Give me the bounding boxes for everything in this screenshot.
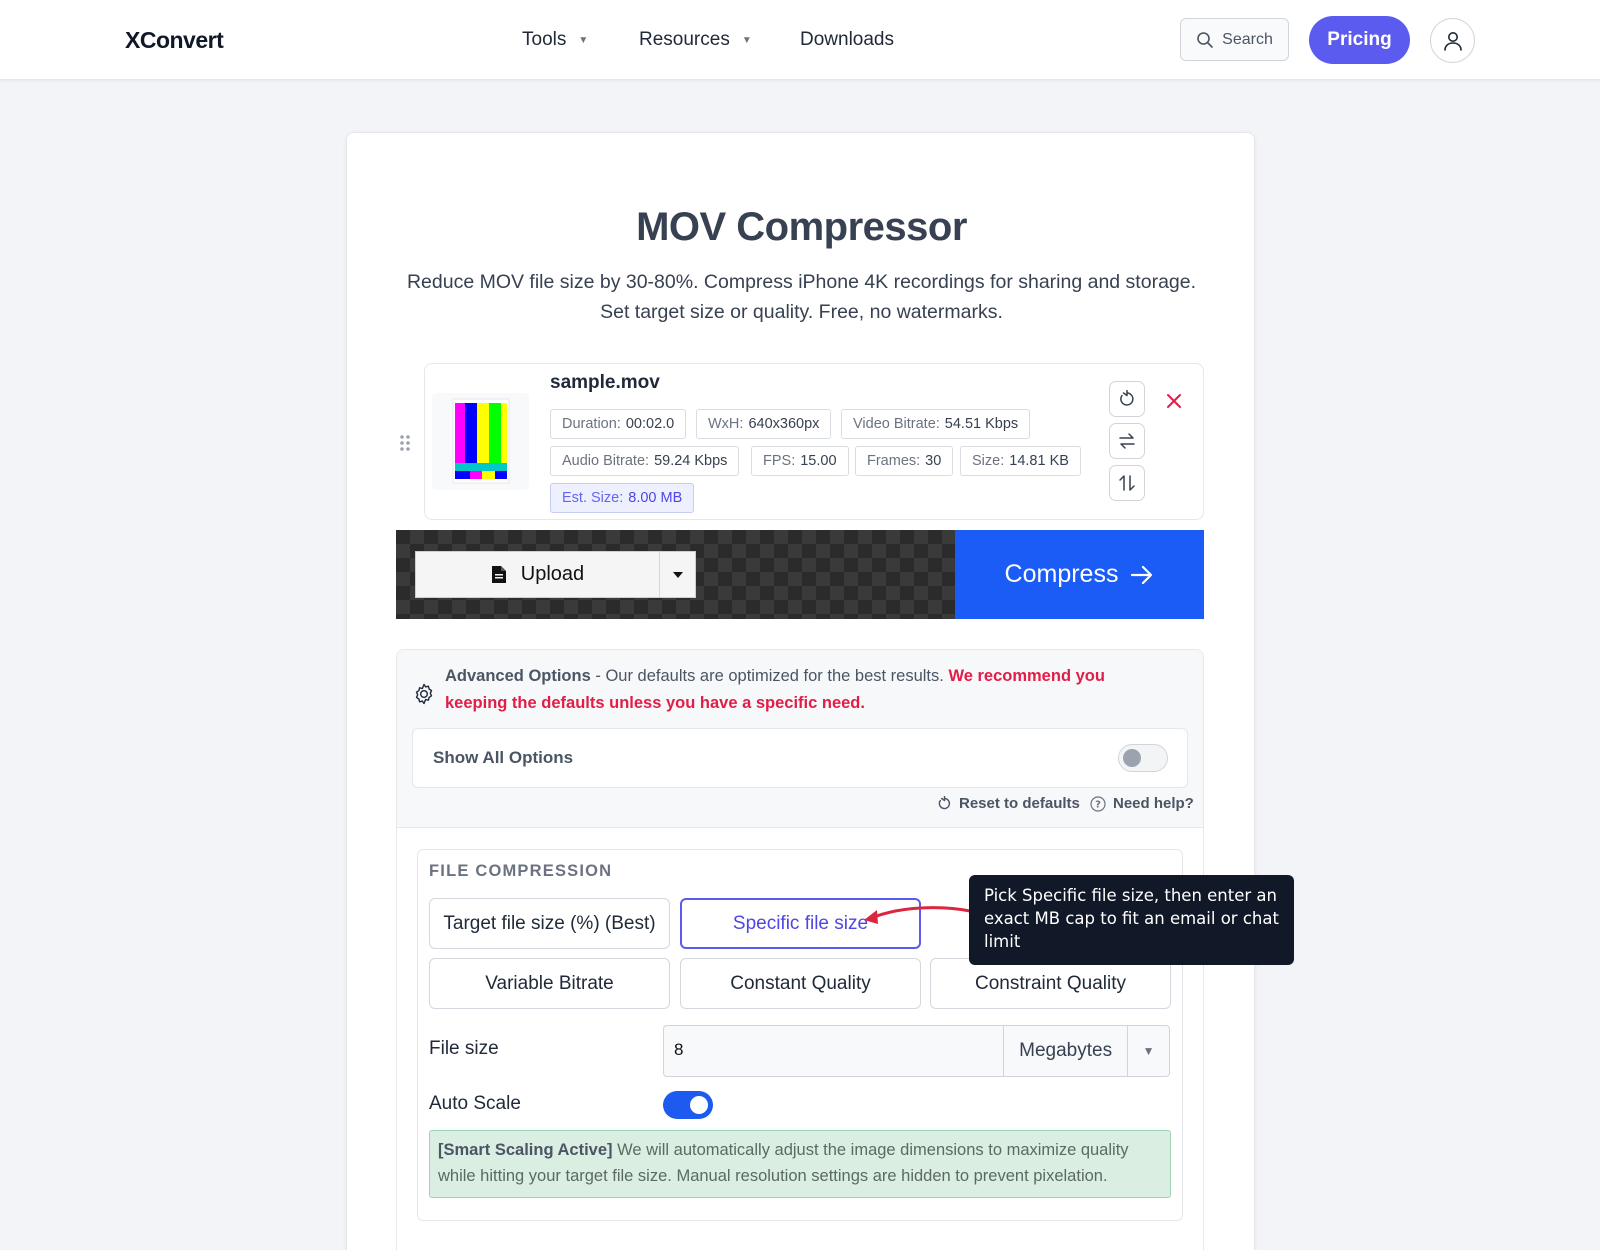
tooltip-arrow <box>864 906 972 924</box>
meta-value: 14.81 KB <box>1009 453 1069 469</box>
meta-chip-dimensions: WxH: 640x360px <box>696 409 832 439</box>
swap-vertical-icon <box>1119 475 1135 491</box>
caret-down-icon: ▼ <box>578 34 589 46</box>
upload-main[interactable]: Upload <box>416 552 659 597</box>
meta-label: Est. Size: <box>562 490 624 506</box>
search-button[interactable]: Search <box>1180 18 1289 61</box>
nav-tools[interactable]: Tools ▼ <box>522 29 588 51</box>
meta-value: 15.00 <box>800 453 837 469</box>
page-title: MOV Compressor <box>636 205 967 249</box>
svg-text:?: ? <box>1095 799 1101 810</box>
meta-chip-video-bitrate: Video Bitrate: 54.51 Kbps <box>841 409 1031 439</box>
show-all-options-row[interactable]: Show All Options <box>412 728 1188 788</box>
compress-label: Compress <box>1004 560 1119 588</box>
mode-constraint-quality[interactable]: Constraint Quality <box>930 958 1171 1009</box>
meta-value: 59.24 Kbps <box>654 453 728 469</box>
compress-button[interactable]: Compress <box>955 530 1204 619</box>
file-item <box>424 363 1204 520</box>
meta-chip-frames: Frames: 30 <box>855 446 954 476</box>
page-subtitle-line-2: Set target size or quality. Free, no wat… <box>600 301 1003 323</box>
logo[interactable]: XConvert <box>125 27 224 54</box>
top-navigation-bar: XConvert Tools ▼ Resources ▼ Downloads S… <box>0 0 1600 80</box>
smart-scaling-tag: [Smart Scaling Active] <box>438 1141 613 1159</box>
arrow-right-icon <box>1131 565 1153 584</box>
drag-handle-icon[interactable] <box>399 434 411 452</box>
nav-resources-label: Resources <box>639 29 730 50</box>
page-subtitle-line-1: Reduce MOV file size by 30-80%. Compress… <box>406 271 1197 293</box>
need-help-label: Need help? <box>1113 795 1194 812</box>
file-name: sample.mov <box>550 372 660 393</box>
file-icon <box>491 566 506 583</box>
file-size-input[interactable]: 8 <box>663 1025 1004 1077</box>
meta-label: WxH: <box>708 416 744 432</box>
meta-value: 30 <box>925 453 942 469</box>
upload-label: Upload <box>520 563 585 585</box>
file-compression-title: FILE COMPRESSION <box>429 862 613 880</box>
meta-label: Frames: <box>867 453 921 469</box>
reset-file-button[interactable] <box>1109 381 1145 417</box>
nav-downloads-label: Downloads <box>800 29 894 50</box>
reset-icon <box>1120 390 1134 406</box>
caret-down-icon <box>672 571 683 578</box>
need-help-link[interactable]: ? Need help? <box>1090 795 1194 812</box>
meta-label: Audio Bitrate: <box>562 453 650 469</box>
auto-scale-label: Auto Scale <box>429 1093 521 1114</box>
mode-constant-quality[interactable]: Constant Quality <box>680 958 921 1009</box>
caret-down-icon: ▼ <box>741 34 752 46</box>
pricing-button[interactable]: Pricing <box>1309 16 1410 64</box>
meta-chip-fps: FPS: 15.00 <box>751 446 849 476</box>
swap-vertical-button[interactable] <box>1109 465 1145 501</box>
nav-resources[interactable]: Resources ▼ <box>639 29 752 51</box>
meta-label: FPS: <box>763 453 796 469</box>
reset-icon <box>938 796 951 810</box>
upload-button[interactable]: Upload <box>415 551 696 598</box>
meta-chip-duration: Duration: 00:02.0 <box>550 409 687 439</box>
meta-value: 00:02.0 <box>625 416 675 432</box>
page-subtitle: Reduce MOV file size by 30-80%. Compress… <box>377 267 1226 327</box>
advanced-options-desc: - Our defaults are optimized for the bes… <box>590 667 949 685</box>
swap-horizontal-icon <box>1119 433 1135 449</box>
smart-scaling-notice: [Smart Scaling Active] We will automatic… <box>429 1130 1171 1198</box>
nav-tools-label: Tools <box>522 29 567 50</box>
user-icon <box>1443 31 1462 51</box>
meta-label: Duration: <box>562 416 621 432</box>
mode-variable-bitrate[interactable]: Variable Bitrate <box>429 958 670 1009</box>
nav-downloads[interactable]: Downloads <box>800 29 894 51</box>
advanced-options-title: Advanced Options <box>445 667 591 685</box>
meta-chip-audio-bitrate: Audio Bitrate: 59.24 Kbps <box>550 446 740 476</box>
meta-value: 8.00 MB <box>628 490 683 506</box>
swap-horizontal-button[interactable] <box>1109 423 1145 459</box>
tooltip: Pick Specific file size, then enter an e… <box>969 875 1294 965</box>
video-thumbnail <box>432 393 529 490</box>
upload-source-dropdown[interactable] <box>659 552 695 597</box>
meta-label: Video Bitrate: <box>853 416 940 432</box>
gear-icon <box>415 683 433 705</box>
show-all-options-label: Show All Options <box>433 748 574 767</box>
meta-value: 54.51 Kbps <box>944 416 1019 432</box>
advanced-options-description: Advanced Options - Our defaults are opti… <box>445 663 1145 716</box>
caret-down-icon: ▼ <box>1127 1026 1169 1076</box>
file-size-label: File size <box>429 1038 499 1059</box>
meta-label: Size: <box>972 453 1005 469</box>
search-label: Search <box>1222 30 1273 48</box>
search-icon <box>1197 31 1213 48</box>
show-all-options-toggle[interactable] <box>1118 744 1168 772</box>
reset-to-defaults-link[interactable]: Reset to defaults <box>937 795 1080 812</box>
thumbnail-image <box>452 398 510 484</box>
close-icon <box>1167 394 1181 408</box>
meta-value: 640x360px <box>748 416 820 432</box>
remove-file-button[interactable] <box>1156 383 1192 419</box>
reset-to-defaults-label: Reset to defaults <box>959 795 1080 812</box>
file-size-unit-select[interactable]: Megabytes ▼ <box>1003 1025 1170 1077</box>
user-account-button[interactable] <box>1430 18 1475 63</box>
meta-chip-size: Size: 14.81 KB <box>960 446 1081 476</box>
question-icon: ? <box>1090 795 1106 812</box>
file-size-unit-value: Megabytes <box>1019 1040 1113 1061</box>
auto-scale-toggle[interactable] <box>663 1091 713 1119</box>
mode-target-file-size-percent[interactable]: Target file size (%) (Best) <box>429 898 670 949</box>
meta-chip-estimated-size: Est. Size: 8.00 MB <box>550 483 695 513</box>
